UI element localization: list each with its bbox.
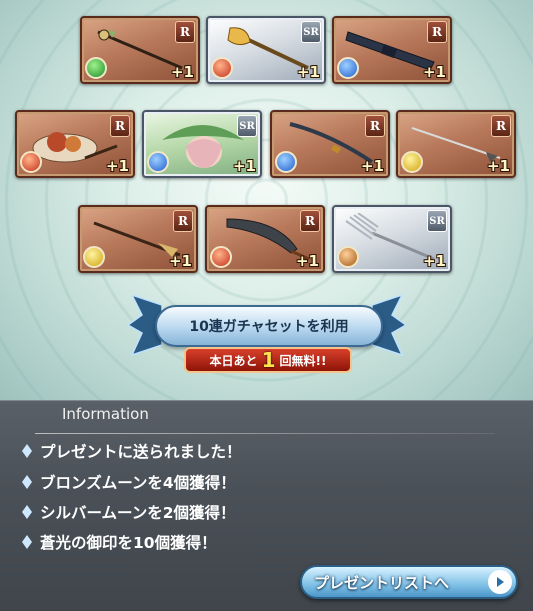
item-count: +1	[170, 63, 194, 81]
item-count: +1	[232, 157, 256, 175]
free-draw-count: 1	[261, 348, 276, 372]
rarity-badge: SR	[237, 115, 257, 137]
information-divider	[35, 433, 495, 434]
rarity-badge: R	[175, 21, 195, 43]
rarity-badge: SR	[427, 210, 447, 232]
info-message-text: シルバームーンを2個獲得！	[40, 504, 236, 522]
item-count: +1	[296, 63, 320, 81]
light-element-icon	[401, 151, 423, 173]
item-count: +1	[168, 252, 192, 270]
fire-element-icon	[211, 57, 233, 79]
card-lance[interactable]: R +1	[78, 205, 198, 273]
water-element-icon	[337, 57, 359, 79]
item-count: +1	[422, 63, 446, 81]
card-meat-dish[interactable]: R +1	[15, 110, 135, 178]
item-count: +1	[486, 157, 510, 175]
card-gun[interactable]: R +1	[332, 16, 452, 84]
rarity-badge: R	[427, 21, 447, 43]
present-list-label: プレゼントリストへ	[314, 573, 450, 592]
water-element-icon	[147, 151, 169, 173]
item-count: +1	[422, 252, 446, 270]
free-draw-prefix: 本日あと	[209, 353, 258, 368]
card-katana[interactable]: R +1	[270, 110, 390, 178]
item-count: +1	[105, 157, 129, 175]
rarity-badge: R	[491, 115, 511, 137]
card-scimitar[interactable]: R +1	[205, 205, 325, 273]
water-element-icon	[275, 151, 297, 173]
info-message-text: 蒼光の御印を10個獲得！	[40, 534, 217, 552]
card-staff[interactable]: R +1	[80, 16, 200, 84]
diamond-bullet-icon	[22, 475, 32, 489]
info-message: 蒼光の御印を10個獲得！	[22, 531, 217, 553]
info-message: シルバームーンを2個獲得！	[22, 501, 236, 523]
arrow-right-icon	[488, 570, 512, 594]
ten-draw-gacha-button[interactable]: 10連ガチャセットを利用	[155, 305, 383, 347]
card-green-hat-character[interactable]: SR +1	[142, 110, 262, 178]
gacha-result-stage: R +1 SR +1 R +1 R +1 SR +1 R +1 R +1 R +…	[0, 0, 533, 400]
diamond-bullet-icon	[22, 444, 32, 458]
free-draw-badge: 本日あと 1 回無料!!	[184, 347, 352, 373]
present-list-button[interactable]: プレゼントリストへ	[300, 565, 518, 599]
info-message: ブロンズムーンを4個獲得！	[22, 471, 236, 493]
diamond-bullet-icon	[22, 535, 32, 549]
fire-element-icon	[210, 246, 232, 268]
card-spear[interactable]: R +1	[396, 110, 516, 178]
free-draw-suffix: 回無料!!	[279, 353, 327, 368]
fire-element-icon	[20, 151, 42, 173]
item-count: +1	[360, 157, 384, 175]
information-title: Information	[62, 405, 149, 423]
item-count: +1	[295, 252, 319, 270]
info-message: プレゼントに送られました！	[22, 440, 242, 462]
wind-element-icon	[85, 57, 107, 79]
light-element-icon	[83, 246, 105, 268]
info-message-text: プレゼントに送られました！	[40, 443, 242, 461]
rarity-badge: R	[300, 210, 320, 232]
card-golden-axe[interactable]: SR +1	[206, 16, 326, 84]
rarity-badge: SR	[301, 21, 321, 43]
diamond-bullet-icon	[22, 505, 32, 519]
rarity-badge: R	[173, 210, 193, 232]
gacha-button-label: 10連ガチャセットを利用	[189, 319, 349, 335]
rarity-badge: R	[110, 115, 130, 137]
card-fork[interactable]: SR +1	[332, 205, 452, 273]
info-message-text: ブロンズムーンを4個獲得！	[40, 474, 236, 492]
earth-element-icon	[337, 246, 359, 268]
rarity-badge: R	[365, 115, 385, 137]
